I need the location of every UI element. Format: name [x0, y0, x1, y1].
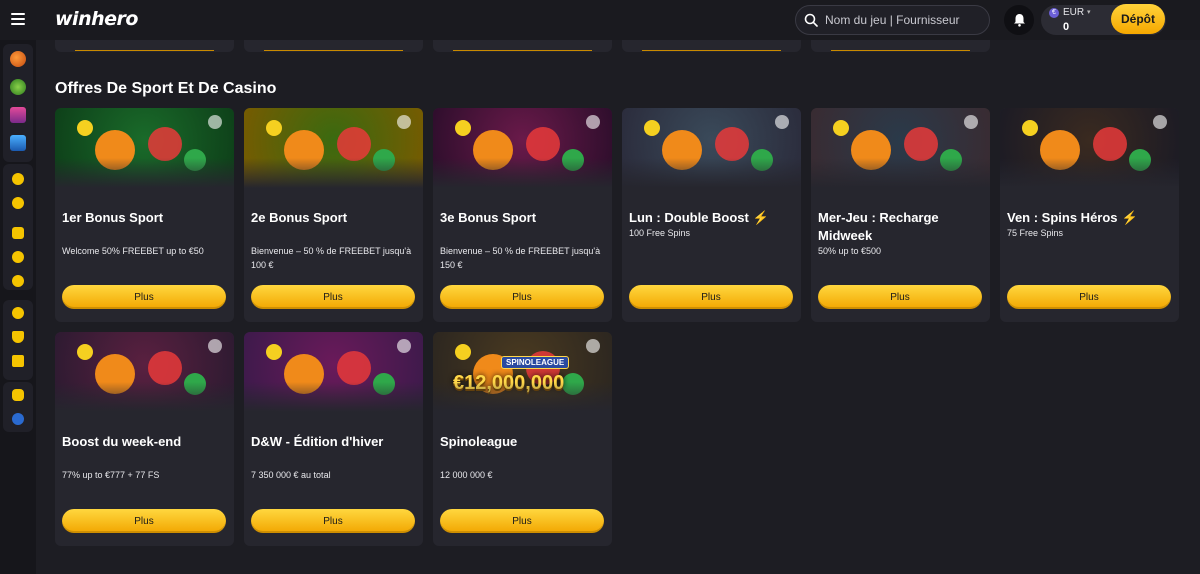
- currency-code: EUR: [1063, 7, 1085, 18]
- top-bar: winhero € EUR ▾ 0 Dépôt: [0, 0, 1200, 40]
- offer-subtitle: 12 000 000 €: [440, 470, 493, 480]
- offer-subtitle: 77% up to €777 + 77 FS: [62, 470, 160, 480]
- offer-image[interactable]: €12,000,000SPINOLEAGUE: [433, 332, 612, 412]
- offer-subtitle: Bienvenue – 50 % de FREEBET jusqu'à 100 …: [251, 246, 412, 270]
- offer-card[interactable]: Boost du week-end 77% up to €777 + 77 FS P…: [55, 332, 234, 546]
- offer-title: Lun : Double Boost ⚡: [629, 209, 794, 227]
- offer-image[interactable]: [55, 332, 234, 412]
- more-button[interactable]: Plus: [62, 509, 226, 533]
- offer-title: Mer-Jeu : Recharge Midweek: [818, 209, 983, 245]
- offer-subtitle: 7 350 000 € au total: [251, 470, 331, 480]
- offer-subtitle: Welcome 50% FREEBET up to €50: [62, 246, 204, 256]
- crown-icon[interactable]: [9, 352, 27, 370]
- offer-title: Ven : Spins Héros ⚡: [1007, 209, 1172, 227]
- rocket-icon[interactable]: [9, 50, 27, 68]
- previous-card-edge: [811, 40, 990, 52]
- more-button[interactable]: Plus: [440, 285, 604, 309]
- offer-card[interactable]: Lun : Double Boost ⚡ 100 Free Spins Plus: [622, 108, 801, 322]
- offer-title: 1er Bonus Sport: [62, 209, 227, 227]
- offer-image[interactable]: [244, 108, 423, 188]
- main-content: Offres De Sport Et De Casino 1er Bonus S…: [36, 40, 1200, 574]
- offer-image[interactable]: [811, 108, 990, 188]
- sidebar-group-sport: [3, 300, 33, 380]
- wheel-icon[interactable]: [9, 78, 27, 96]
- chevron-down-icon: ▾: [1087, 9, 1091, 16]
- site-logo[interactable]: winhero: [55, 8, 138, 30]
- offer-title-text: Spinoleague: [440, 434, 518, 449]
- previous-card-edge: [244, 40, 423, 52]
- offer-title-text: Lun : Double Boost: [629, 210, 749, 225]
- search-icon: [804, 13, 818, 27]
- offer-subtitle: 50% up to €500: [818, 246, 882, 256]
- lightning-icon: ⚡: [1121, 210, 1138, 225]
- gift-box-icon[interactable]: [9, 106, 27, 124]
- more-button[interactable]: Plus: [629, 285, 793, 309]
- offer-title-text: D&W - Édition d'hiver: [251, 434, 384, 449]
- offer-image[interactable]: [433, 108, 612, 188]
- offer-title-text: 1er Bonus Sport: [62, 210, 164, 225]
- balance-amount: 0: [1063, 21, 1070, 33]
- offer-card[interactable]: Ven : Spins Héros ⚡ 75 Free Spins Plus: [1000, 108, 1179, 322]
- diamond-icon[interactable]: [9, 248, 27, 266]
- dice-icon[interactable]: [9, 224, 27, 242]
- offer-title-text: 3e Bonus Sport: [440, 210, 537, 225]
- offer-card[interactable]: D&W - Édition d'hiver 7 350 000 € au tota…: [244, 332, 423, 546]
- offer-card[interactable]: €12,000,000SPINOLEAGUE Spinoleague 12 000 …: [433, 332, 612, 546]
- previous-card-edge: [622, 40, 801, 52]
- offer-title-text: Boost du week-end: [62, 434, 182, 449]
- offer-image[interactable]: [622, 108, 801, 188]
- offer-title: 2e Bonus Sport: [251, 209, 416, 227]
- search-box[interactable]: [795, 5, 990, 35]
- sidebar-group-games: [3, 164, 33, 290]
- clock-icon[interactable]: [9, 194, 27, 212]
- sport-icon[interactable]: [9, 304, 27, 322]
- sidebar: [0, 40, 36, 574]
- offer-image[interactable]: [244, 332, 423, 412]
- previous-card-edge: [433, 40, 612, 52]
- offer-title-text: 2e Bonus Sport: [251, 210, 348, 225]
- sidebar-group-featured: [3, 44, 33, 162]
- notifications-button[interactable]: [1004, 5, 1034, 35]
- offer-art-badge: SPINOLEAGUE: [501, 356, 570, 369]
- more-button[interactable]: Plus: [62, 285, 226, 309]
- more-button[interactable]: Plus: [440, 509, 604, 533]
- more-button[interactable]: Plus: [251, 285, 415, 309]
- offer-subtitle: 100 Free Spins: [629, 228, 691, 238]
- search-input[interactable]: [825, 13, 975, 27]
- casino-icon[interactable]: [9, 170, 27, 188]
- offer-title: Boost du week-end: [62, 433, 227, 451]
- ball-icon[interactable]: [9, 272, 27, 290]
- more-button[interactable]: Plus: [251, 509, 415, 533]
- offer-image[interactable]: [1000, 108, 1179, 188]
- currency-icon: €: [1049, 8, 1059, 18]
- menu-icon[interactable]: [11, 13, 25, 25]
- sidebar-group-misc: [3, 382, 33, 432]
- offer-title: Spinoleague: [440, 433, 605, 451]
- offer-card[interactable]: 3e Bonus Sport Bienvenue – 50 % de FREEBE…: [433, 108, 612, 322]
- previous-card-edge: [55, 40, 234, 52]
- chest-icon[interactable]: [9, 134, 27, 152]
- trophy-icon[interactable]: [9, 328, 27, 346]
- offer-card[interactable]: 1er Bonus Sport Welcome 50% FREEBET up to…: [55, 108, 234, 322]
- chat-icon[interactable]: [9, 386, 27, 404]
- lightning-icon: ⚡: [752, 210, 770, 225]
- offer-title: 3e Bonus Sport: [440, 209, 605, 227]
- offer-subtitle: Bienvenue – 50 % de FREEBET jusqu'à 150 …: [440, 246, 601, 270]
- deposit-button[interactable]: Dépôt: [1111, 4, 1165, 34]
- offer-card[interactable]: Mer-Jeu : Recharge Midweek 50% up to €500…: [811, 108, 990, 322]
- language-icon[interactable]: [9, 410, 27, 428]
- offer-card[interactable]: 2e Bonus Sport Bienvenue – 50 % de FREEBE…: [244, 108, 423, 322]
- offer-title: D&W - Édition d'hiver: [251, 433, 416, 451]
- section-title: Offres De Sport Et De Casino: [55, 80, 277, 97]
- more-button[interactable]: Plus: [1007, 285, 1171, 309]
- offer-title-text: Mer-Jeu : Recharge Midweek: [818, 210, 939, 243]
- more-button[interactable]: Plus: [818, 285, 982, 309]
- bell-icon: [1013, 14, 1025, 27]
- offer-subtitle: 75 Free Spins: [1007, 228, 1064, 238]
- offer-image[interactable]: [55, 108, 234, 188]
- offer-title-text: Ven : Spins Héros: [1007, 210, 1118, 225]
